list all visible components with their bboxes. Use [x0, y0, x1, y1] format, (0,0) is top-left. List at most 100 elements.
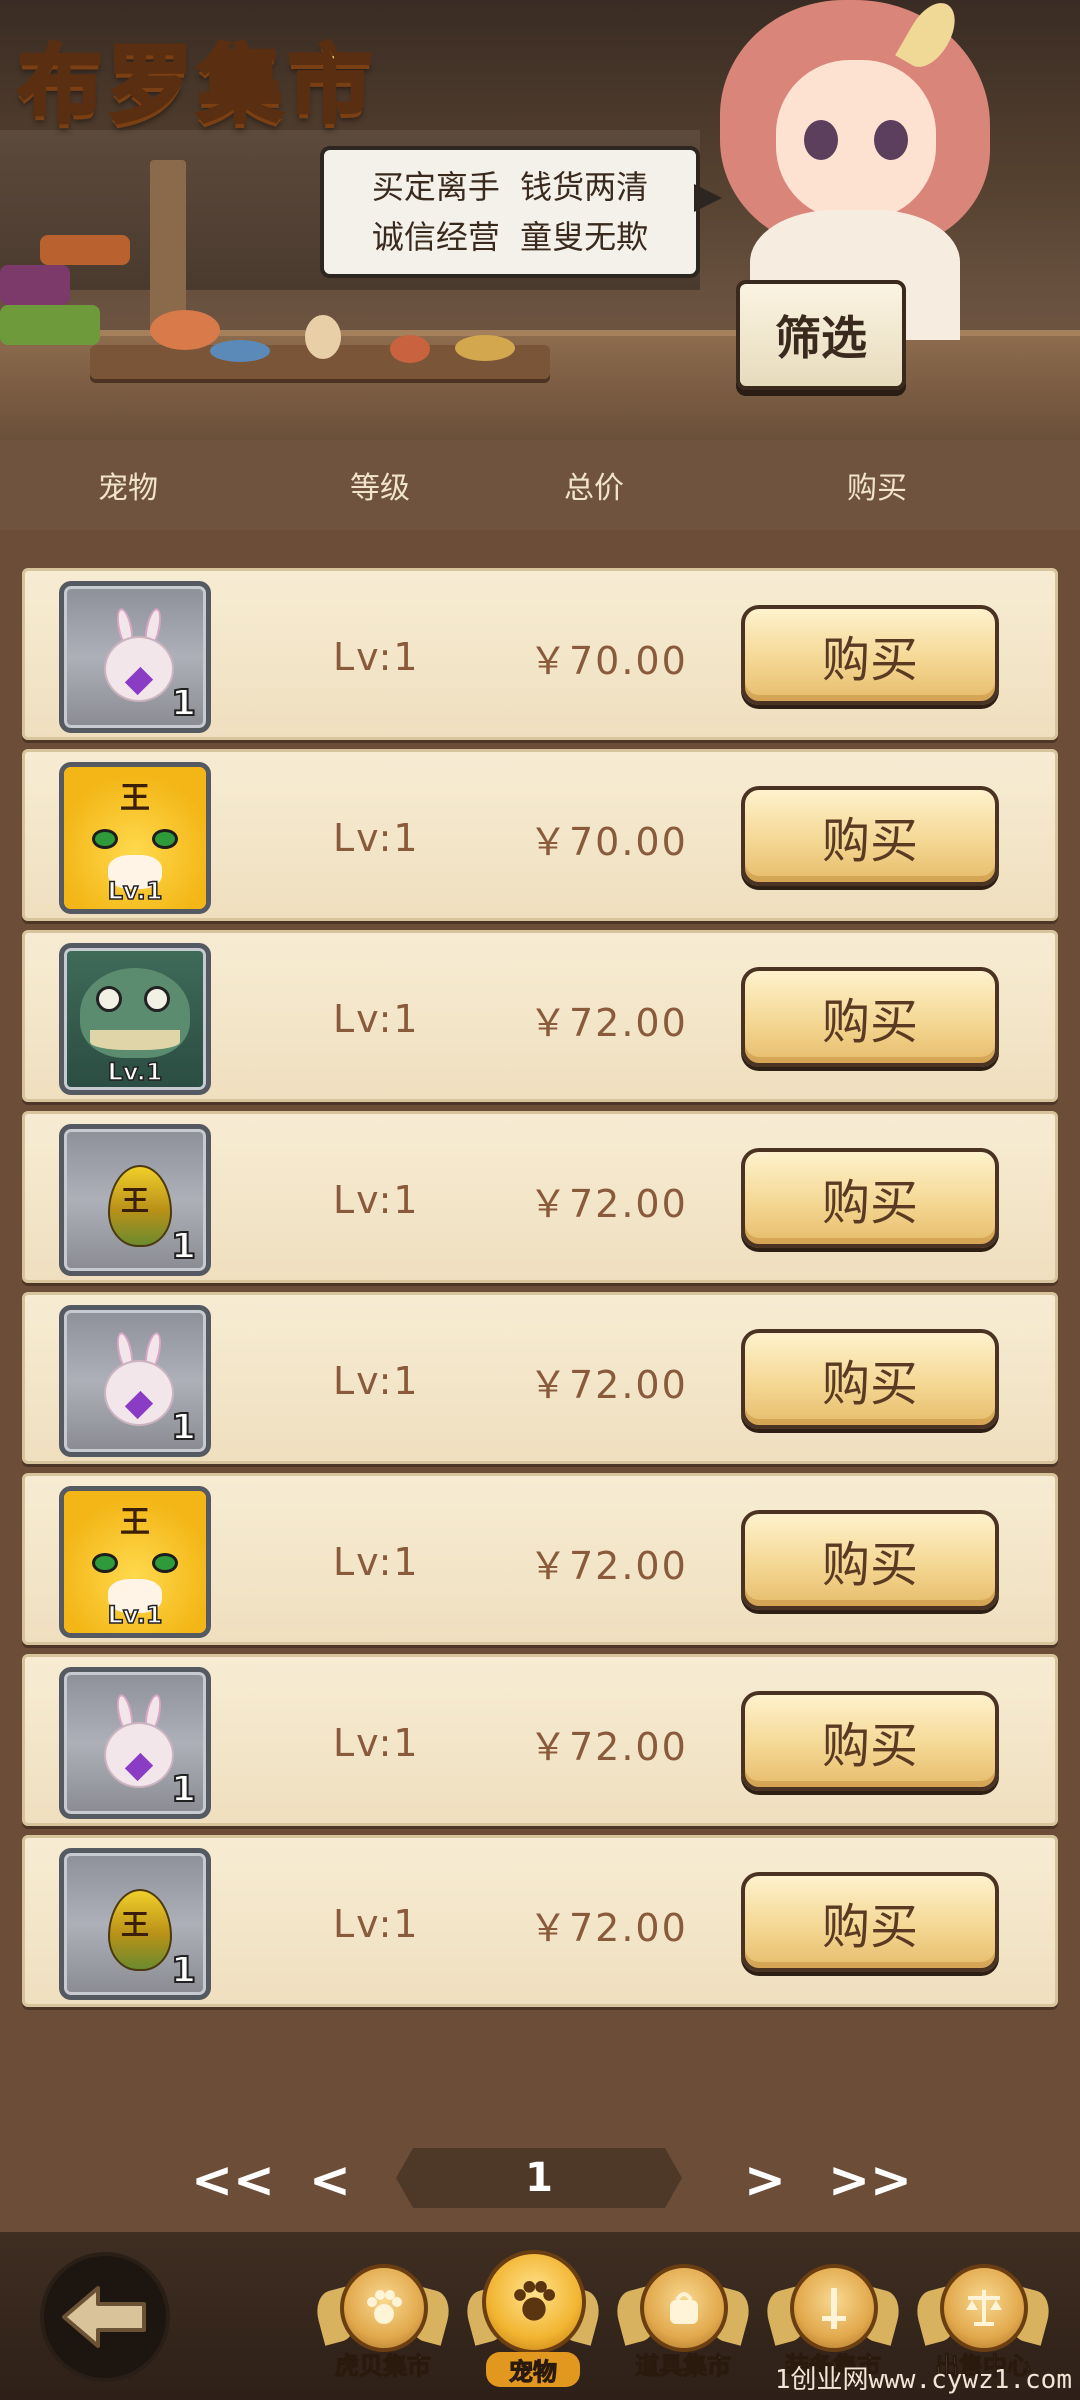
tiger-egg-icon[interactable]: 王 1 — [59, 1124, 211, 1276]
current-page-indicator: 1 — [396, 2148, 682, 2208]
rabbit-pet-icon[interactable]: 1 — [59, 1305, 211, 1457]
nav-hubei-market[interactable]: 虎贝集市 — [311, 2264, 455, 2392]
pet-count: 1 — [170, 682, 197, 725]
nav-item-market[interactable]: 道具集市 — [611, 2264, 755, 2392]
stall-goods — [0, 305, 100, 345]
pet-price: ￥72.00 — [529, 1181, 688, 1226]
listing-row: 王 Lv.1 Lv:1 ￥72.00 购买 — [22, 1473, 1058, 1645]
stall-goods — [0, 265, 70, 305]
buy-button[interactable]: 购买 — [741, 1691, 999, 1791]
pet-level: Lv:1 — [333, 1902, 420, 1946]
tiger-forehead-mark: 王 — [120, 1505, 150, 1540]
listing-row: 1 Lv:1 ￥70.00 购买 — [22, 568, 1058, 740]
tiger-pet-icon[interactable]: 王 Lv.1 — [59, 762, 211, 914]
merchant-speech-bubble: 买定离手 钱货两清 诚信经营 童叟无欺 — [320, 146, 722, 278]
nav-pet[interactable]: 宠物 — [461, 2250, 605, 2392]
column-buy: 购买 — [847, 471, 907, 506]
buy-button[interactable]: 购买 — [741, 1510, 999, 1610]
dino-eye — [144, 986, 170, 1012]
listing-row: 王 Lv.1 Lv:1 ￥70.00 购买 — [22, 749, 1058, 921]
buy-button[interactable]: 购买 — [741, 1148, 999, 1248]
pet-count: 1 — [170, 1768, 197, 1811]
stall-goods — [390, 335, 430, 363]
back-button[interactable] — [40, 2252, 170, 2382]
pet-count: 1 — [170, 1949, 197, 1992]
column-pet: 宠物 — [98, 471, 158, 506]
column-total-price: 总价 — [564, 471, 624, 506]
buy-button[interactable]: 购买 — [741, 1329, 999, 1429]
pet-count: 1 — [170, 1406, 197, 1449]
back-arrow-icon — [62, 2286, 146, 2348]
pet-level: Lv:1 — [333, 635, 420, 679]
dino-mouth — [90, 1030, 180, 1050]
sword-glyph — [822, 2288, 846, 2329]
buy-button[interactable]: 购买 — [741, 1872, 999, 1972]
tiger-eye — [92, 1553, 118, 1573]
merchant-eye — [804, 120, 838, 160]
tiger-eye — [152, 1553, 178, 1573]
merchant-eye — [874, 120, 908, 160]
listing-row: 1 Lv:1 ￥72.00 购买 — [22, 1654, 1058, 1826]
merchant-face — [776, 60, 936, 220]
paw-badge-icon — [482, 2250, 586, 2354]
pet-level: Lv:1 — [333, 997, 420, 1041]
first-page-button[interactable]: << — [188, 2140, 278, 2220]
pet-price: ￥72.00 — [529, 1905, 688, 1950]
pet-level: Lv:1 — [333, 1359, 420, 1403]
pet-price: ￥70.00 — [529, 638, 688, 683]
bottom-navigation: 虎贝集市 宠物 道具集市 装备集市 出售中心 1创业网www.cywz1.com — [0, 2232, 1080, 2400]
pet-price: ￥72.00 — [529, 1543, 688, 1588]
scale-glyph — [966, 2290, 1002, 2326]
pet-level-tag: Lv.1 — [107, 1600, 163, 1630]
pet-level: Lv:1 — [333, 1540, 420, 1584]
buy-button[interactable]: 购买 — [741, 967, 999, 1067]
nav-label: 道具集市 — [635, 2352, 732, 2381]
pet-level-tag: Lv.1 — [107, 1057, 163, 1087]
egg-mark: 王 — [120, 1184, 149, 1217]
tiger-pet-icon[interactable]: 王 Lv.1 — [59, 1486, 211, 1638]
stall-goods — [455, 335, 515, 361]
nav-label: 宠物 — [486, 2352, 580, 2387]
egg-mark: 王 — [120, 1908, 149, 1941]
listing-row: 1 Lv:1 ￥72.00 购买 — [22, 1292, 1058, 1464]
tiger-egg-icon[interactable]: 王 1 — [59, 1848, 211, 2000]
last-page-button[interactable]: >> — [820, 2140, 920, 2220]
pet-count: 1 — [170, 1225, 197, 1268]
slogan-line-2: 诚信经营 童叟无欺 — [371, 218, 649, 256]
paw-badge-icon — [340, 2264, 428, 2352]
pet-price: ￥70.00 — [529, 819, 688, 864]
rabbit-pet-icon[interactable]: 1 — [59, 1667, 211, 1819]
next-page-button[interactable]: > — [735, 2140, 795, 2220]
pet-price: ￥72.00 — [529, 1362, 688, 1407]
tiger-eye — [152, 829, 178, 849]
dinosaur-pet-icon[interactable]: Lv.1 — [59, 943, 211, 1095]
pet-level-tag: Lv.1 — [107, 876, 163, 906]
pagination: << < 1 > >> — [0, 2140, 1080, 2220]
stall-goods — [210, 340, 270, 362]
sword-badge-icon — [790, 2264, 878, 2352]
stall-goods — [150, 310, 220, 350]
stall-goods — [305, 315, 341, 359]
bag-badge-icon — [640, 2264, 728, 2352]
bag-glyph — [670, 2292, 698, 2324]
buy-button[interactable]: 购买 — [741, 605, 999, 705]
scale-badge-icon — [940, 2264, 1028, 2352]
filter-button[interactable]: 筛选 — [736, 280, 906, 390]
listing-row: 王 1 Lv:1 ￥72.00 购买 — [22, 1111, 1058, 1283]
prev-page-button[interactable]: < — [300, 2140, 360, 2220]
pet-level: Lv:1 — [333, 1178, 420, 1222]
dino-eye — [96, 986, 122, 1012]
paw-glyph — [514, 2281, 555, 2321]
rabbit-pet-icon[interactable]: 1 — [59, 581, 211, 733]
pet-price: ￥72.00 — [529, 1000, 688, 1045]
pet-price: ￥72.00 — [529, 1724, 688, 1769]
page-title: 布罗集市 — [16, 33, 379, 136]
tiger-eye — [92, 829, 118, 849]
buy-button[interactable]: 购买 — [741, 786, 999, 886]
tiger-forehead-mark: 王 — [120, 781, 150, 816]
slogan-line-1: 买定离手 钱货两清 — [371, 168, 649, 206]
pet-level: Lv:1 — [333, 1721, 420, 1765]
market-banner: 布罗集市 买定离手 钱货两清 诚信经营 童叟无欺 筛选 — [0, 0, 1080, 440]
watermark-text: 1创业网www.cywz1.com — [774, 2365, 1072, 2395]
column-level: 等级 — [350, 471, 410, 506]
